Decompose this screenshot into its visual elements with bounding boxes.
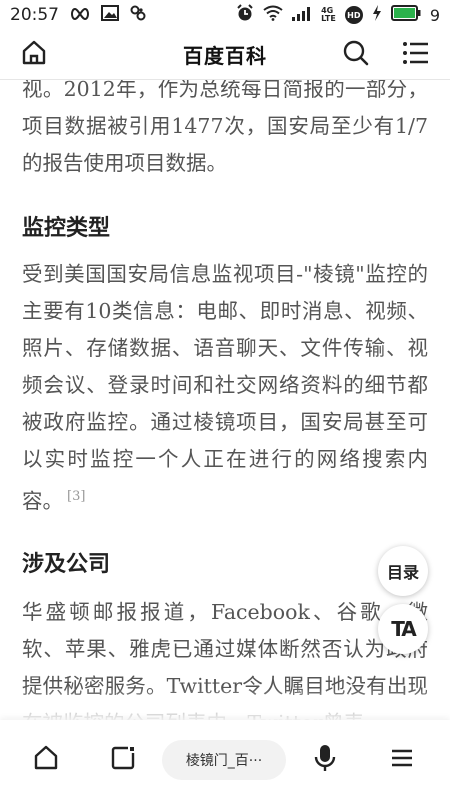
bottom-toolbar: 棱镜门_百··· xyxy=(0,720,450,800)
battery-icon xyxy=(390,5,421,25)
wifi-icon xyxy=(263,5,283,25)
paragraph-text: 受到美国国安局信息监视项目-"棱镜"监控的主要有10类信息：电邮、即时消息、视频… xyxy=(22,262,428,513)
lte-badge: 4G LTE xyxy=(321,7,336,23)
home-tab-button[interactable] xyxy=(26,740,66,780)
window-icon xyxy=(109,744,137,776)
search-button[interactable] xyxy=(340,39,372,71)
voice-button[interactable] xyxy=(305,740,345,780)
content-fade xyxy=(0,688,450,720)
citation-link[interactable]: [3] xyxy=(67,489,85,504)
menu-icon xyxy=(402,39,430,71)
infinity-icon xyxy=(69,6,91,25)
battery-level: 9 xyxy=(429,5,440,25)
search-icon xyxy=(342,39,370,71)
multiwindow-button[interactable] xyxy=(103,740,143,780)
hd-label: HD xyxy=(347,10,361,20)
article-paragraph: 受到美国国安局信息监视项目-"棱镜"监控的主要有10类信息：电邮、即时消息、视频… xyxy=(0,256,450,520)
home-icon xyxy=(32,744,60,776)
table-of-contents-button[interactable]: 目录 xyxy=(378,546,428,596)
current-tab-title: 棱镜门_百··· xyxy=(185,753,263,769)
home-icon xyxy=(20,39,48,71)
alarm-icon xyxy=(236,4,254,26)
hamburger-icon xyxy=(388,744,416,776)
section-heading-monitor-types: 监控类型 xyxy=(22,216,111,241)
top-nav-bar: 百度百科 xyxy=(0,30,450,80)
article-paragraph: 视。2012年，作为总统每日简报的一部分，项目数据被引用1477次，国安局至少有… xyxy=(22,80,428,175)
status-bar: 20:57 4G LTE HD 9 xyxy=(0,0,450,30)
ta-label: TA xyxy=(391,617,417,641)
signal-icon xyxy=(292,6,312,25)
home-button[interactable] xyxy=(18,39,50,71)
toc-label: 目录 xyxy=(386,563,419,582)
menu-button[interactable] xyxy=(400,39,432,71)
more-menu-button[interactable] xyxy=(382,740,422,780)
gallery-icon xyxy=(101,5,119,25)
ta-button[interactable]: TA xyxy=(378,604,428,654)
section-heading-companies: 涉及公司 xyxy=(22,552,111,577)
page-title: 百度百科 xyxy=(183,44,267,68)
microphone-icon xyxy=(311,743,339,777)
hd-badge: HD xyxy=(344,6,363,24)
lte-badge-bottom: LTE xyxy=(321,14,336,23)
charging-icon xyxy=(372,5,382,25)
link-icon xyxy=(129,4,147,26)
status-time: 20:57 xyxy=(10,5,59,25)
current-tab-pill[interactable]: 棱镜门_百··· xyxy=(162,740,286,780)
